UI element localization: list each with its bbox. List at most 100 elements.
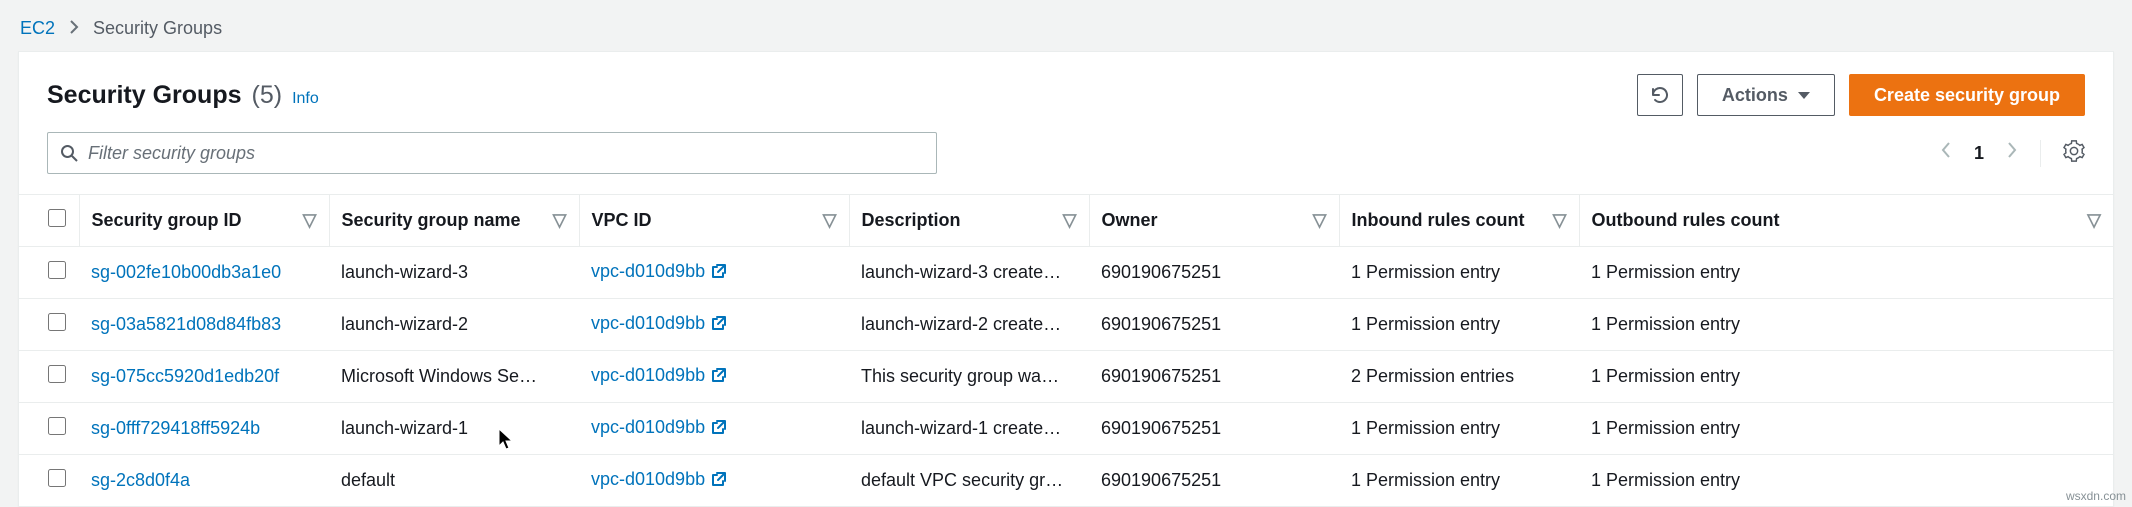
cell-sgid: sg-0fff729418ff5924b — [79, 403, 329, 455]
sgid-link[interactable]: sg-0fff729418ff5924b — [91, 418, 260, 438]
cell-sgname: launch-wizard-3 — [329, 247, 579, 299]
header-outbound-label: Outbound rules count — [1592, 210, 1780, 230]
row-checkbox[interactable] — [48, 365, 66, 383]
table-row: sg-075cc5920d1edb20f Microsoft Windows Se… — [19, 351, 2113, 403]
header-desc[interactable]: Description ▽ — [849, 195, 1089, 247]
gear-icon — [2063, 140, 2085, 162]
vpc-link[interactable]: vpc-d010d9bb — [591, 261, 705, 281]
table-row: sg-03a5821d08d84fb83launch-wizard-2vpc-d… — [19, 299, 2113, 351]
cell-vpc: vpc-d010d9bb — [579, 351, 849, 403]
header-actions: Actions Create security group — [1637, 74, 2085, 116]
external-link-icon — [711, 419, 727, 440]
row-checkbox[interactable] — [48, 313, 66, 331]
sgid-link[interactable]: sg-002fe10b00db3a1e0 — [91, 262, 281, 282]
cell-desc: This security group wa… — [849, 351, 1089, 403]
cell-desc: launch-wizard-1 create… — [849, 403, 1089, 455]
breadcrumb: EC2 Security Groups — [0, 0, 2132, 51]
external-link-icon — [711, 367, 727, 388]
cell-vpc: vpc-d010d9bb — [579, 403, 849, 455]
table-row: sg-002fe10b00db3a1e0 launch-wizard-3 vpc-d… — [19, 247, 2113, 299]
select-all-checkbox[interactable] — [48, 209, 66, 227]
cell-sgid: sg-2c8d0f4a — [79, 455, 329, 507]
table-row: sg-0fff729418ff5924b launch-wizard-1 vpc-d… — [19, 403, 2113, 455]
header-desc-label: Description — [862, 210, 961, 230]
breadcrumb-root[interactable]: EC2 — [20, 18, 55, 39]
caret-down-icon — [1798, 92, 1810, 99]
next-page-button[interactable] — [2006, 141, 2018, 165]
refresh-button[interactable] — [1637, 74, 1683, 116]
sort-icon[interactable]: ▽ — [1063, 210, 1077, 231]
row-checkbox-cell — [19, 351, 79, 403]
refresh-icon — [1650, 85, 1670, 105]
info-link[interactable]: Info — [292, 90, 319, 108]
sort-icon[interactable]: ▽ — [2087, 210, 2101, 231]
sort-icon[interactable]: ▽ — [823, 210, 837, 231]
external-link-icon — [711, 315, 727, 336]
cell-sgid: sg-002fe10b00db3a1e0 — [79, 247, 329, 299]
cell-owner: 690190675251 — [1089, 455, 1339, 507]
chevron-right-icon — [69, 18, 79, 39]
settings-button[interactable] — [2040, 140, 2085, 167]
cell-sgname: Microsoft Windows Se… — [329, 351, 579, 403]
sort-icon[interactable]: ▽ — [1553, 210, 1567, 231]
prev-page-button[interactable] — [1940, 141, 1952, 165]
header-owner[interactable]: Owner▽ — [1089, 195, 1339, 247]
page-number: 1 — [1974, 143, 1984, 164]
header-inbound[interactable]: Inbound rules count ▽ — [1339, 195, 1579, 247]
cell-sgname: default — [329, 455, 579, 507]
vpc-link[interactable]: vpc-d010d9bb — [591, 417, 705, 437]
cell-inbound: 1 Permission entry — [1339, 247, 1579, 299]
table-row: sg-2c8d0f4a default vpc-d010d9bb default VP… — [19, 455, 2113, 507]
cell-vpc: vpc-d010d9bb — [579, 247, 849, 299]
panel-header: Security Groups (5) Info Actions Create … — [19, 52, 2113, 132]
row-checkbox[interactable] — [48, 261, 66, 279]
cell-inbound: 1 Permission entry — [1339, 455, 1579, 507]
header-sgname-label: Security group name — [342, 210, 521, 230]
cell-outbound: 1 Permission entry — [1579, 351, 2113, 403]
sort-icon[interactable]: ▽ — [1313, 210, 1327, 231]
cell-desc: launch-wizard-2 create… — [849, 299, 1089, 351]
pagination: 1 — [1940, 140, 2085, 167]
sgid-link[interactable]: sg-03a5821d08d84fb83 — [91, 314, 281, 334]
header-inbound-label: Inbound rules count — [1352, 210, 1525, 230]
external-link-icon — [711, 263, 727, 284]
cell-inbound: 2 Permission entries — [1339, 351, 1579, 403]
vpc-link[interactable]: vpc-d010d9bb — [591, 469, 705, 489]
cell-vpc: vpc-d010d9bb — [579, 455, 849, 507]
cell-desc: launch-wizard-3 create… — [849, 247, 1089, 299]
external-link-icon — [711, 471, 727, 492]
header-vpc[interactable]: VPC ID▽ — [579, 195, 849, 247]
cell-sgname: launch-wizard-1 — [329, 403, 579, 455]
panel-title-wrap: Security Groups (5) Info — [47, 81, 319, 110]
cell-outbound: 1 Permission entry — [1579, 299, 2113, 351]
sort-icon[interactable]: ▽ — [303, 210, 317, 231]
actions-button[interactable]: Actions — [1697, 74, 1835, 116]
create-security-group-button[interactable]: Create security group — [1849, 74, 2085, 116]
security-groups-table: Security group ID▽ Security group name▽ … — [19, 194, 2113, 506]
table-header-row: Security group ID▽ Security group name▽ … — [19, 195, 2113, 247]
sgid-link[interactable]: sg-2c8d0f4a — [91, 470, 190, 490]
header-checkbox-cell — [19, 195, 79, 247]
attribution-text: wsxdn.com — [2066, 489, 2126, 503]
header-outbound[interactable]: Outbound rules count ▽ — [1579, 195, 2113, 247]
row-checkbox-cell — [19, 247, 79, 299]
security-groups-panel: Security Groups (5) Info Actions Create … — [18, 51, 2114, 507]
sgid-link[interactable]: sg-075cc5920d1edb20f — [91, 366, 279, 386]
cell-desc: default VPC security gr… — [849, 455, 1089, 507]
filter-input[interactable] — [88, 143, 924, 164]
sort-icon[interactable]: ▽ — [553, 210, 567, 231]
header-sgid-label: Security group ID — [92, 210, 242, 230]
search-icon — [60, 144, 78, 162]
breadcrumb-current: Security Groups — [93, 18, 222, 39]
header-sgid[interactable]: Security group ID ▽ — [79, 195, 329, 247]
filter-box[interactable] — [47, 132, 937, 174]
cell-inbound: 1 Permission entry — [1339, 299, 1579, 351]
row-checkbox[interactable] — [48, 417, 66, 435]
header-sgname[interactable]: Security group name ▽ — [329, 195, 579, 247]
vpc-link[interactable]: vpc-d010d9bb — [591, 365, 705, 385]
row-checkbox-cell — [19, 403, 79, 455]
cell-owner: 690190675251 — [1089, 299, 1339, 351]
vpc-link[interactable]: vpc-d010d9bb — [591, 313, 705, 333]
row-checkbox[interactable] — [48, 469, 66, 487]
cell-sgid: sg-075cc5920d1edb20f — [79, 351, 329, 403]
